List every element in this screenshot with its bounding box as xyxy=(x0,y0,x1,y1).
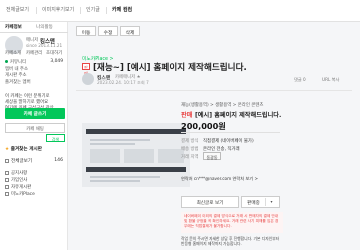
top-tab-bar: 전체글보기 이미지후기보기 인기글 카페 컴컴 xyxy=(0,0,360,22)
post-date: 2023.02.24. 10:17 조회 7 xyxy=(97,80,149,85)
stat-fav-members[interactable]: 즐겨찾는 멤버 xyxy=(5,79,65,86)
favorites-header[interactable]: ★ 즐겨찾는 게시판 xyxy=(5,146,42,152)
post-view: 이동 수정 삭제 미노카Place > 판매 [재능~] [예시] 홈페이지 제… xyxy=(68,22,360,250)
header-divider xyxy=(76,90,352,91)
write-button[interactable]: 카페 글쓰기 xyxy=(5,108,65,119)
status-dot-icon xyxy=(5,60,8,63)
sidebar-item-greetings[interactable]: 가입인사 xyxy=(5,177,65,184)
post-title: [재능~] [예시] 홈페이지 제작해드립니다. xyxy=(93,63,247,73)
trade-area-button[interactable]: 동광동 xyxy=(203,152,221,160)
product-image[interactable] xyxy=(82,123,190,187)
delete-button[interactable]: 삭제 xyxy=(120,26,140,36)
board-icon xyxy=(5,184,9,189)
product-price: 200,000원 xyxy=(181,121,226,131)
payment-warning: 네이버페이 이외의 결제 방식으로 거래 시 판매자의 결제 안내 및 환불 규… xyxy=(181,212,283,233)
contact-info[interactable]: 연락처 cn***@naver.com 연락처 보기 > xyxy=(181,176,258,182)
invite-link[interactable]: 초대하기 xyxy=(46,50,62,56)
cafe-manage-link[interactable]: 카페관리 xyxy=(26,50,42,56)
author-avatar[interactable] xyxy=(82,73,94,85)
product-category: 재능(생활용역) > 생활용역 > 온라인 콘텐츠 xyxy=(181,103,264,108)
board-icon xyxy=(5,177,9,182)
reply-count[interactable]: 댓글 0 xyxy=(294,77,306,83)
tab-divider xyxy=(80,7,81,14)
move-button[interactable]: 이동 xyxy=(76,26,96,36)
tab-divider xyxy=(36,7,37,14)
tab-divider xyxy=(106,7,107,14)
sidebar-tab-cafe-info[interactable]: 카페정보 xyxy=(5,24,22,30)
sidebar-item-notice[interactable]: 공지사항 xyxy=(5,170,65,177)
sale-badge: 판매 xyxy=(82,63,90,76)
cafe-chat-button[interactable]: 카페 채팅 xyxy=(5,123,65,133)
sidebar-menu: 공지사항 가입인사 자유게시판 미노카Place xyxy=(5,170,65,198)
product-name: [예시] 홈페이지 제작해드립니다. xyxy=(195,112,282,119)
sidebar-item-all-posts[interactable]: 전체글보기 146 xyxy=(5,158,65,164)
view-latest-button[interactable]: 최신글로 보기 xyxy=(181,196,239,208)
tab-image-reviews[interactable]: 이미지후기보기 xyxy=(42,6,74,13)
tab-all-posts[interactable]: 전체글보기 xyxy=(6,6,29,13)
star-icon: ★ xyxy=(5,147,10,152)
tab-cafe[interactable]: 카페 컴컴 xyxy=(112,6,132,13)
sale-status-dropdown[interactable]: 판매중 ▾ xyxy=(241,196,280,208)
board-icon xyxy=(5,191,9,196)
edit-button[interactable]: 수정 xyxy=(98,26,118,36)
search-button[interactable]: 검색 xyxy=(46,134,65,142)
cafe-since: since 2013.11.21 xyxy=(26,43,63,48)
product-description: 작업 문의 주시면 자세한 상담 후 진행합니다. 기본 디자인부터 반응형 홈… xyxy=(181,236,280,246)
cafe-stats: 커뮤니티 3,049 멤버 내 주소 게시판 주소 즐겨찾는 멤버 xyxy=(5,59,65,85)
sidebar-tab-my-activity[interactable]: 나의활동 xyxy=(36,24,53,30)
sidebar-item-place[interactable]: 미노카Place xyxy=(5,191,65,198)
tab-popular[interactable]: 인기글 xyxy=(86,6,100,13)
list-icon xyxy=(5,158,9,163)
board-icon xyxy=(5,170,9,175)
sidebar-tabs: 카페정보 나의활동 xyxy=(0,22,68,33)
product-status: 판매 xyxy=(181,112,193,119)
url-copy-button[interactable]: URL 복사 xyxy=(322,77,339,83)
cafe-intro-link[interactable]: 카페소개 xyxy=(5,50,21,56)
price-divider xyxy=(181,132,280,133)
chevron-down-icon: ▾ xyxy=(265,198,277,206)
sidebar-item-free-board[interactable]: 자유게시판 xyxy=(5,184,65,191)
sidebar: 카페정보 나의활동 매니저 킹스맨 since 2013.11.21 카페소개 … xyxy=(0,22,68,250)
